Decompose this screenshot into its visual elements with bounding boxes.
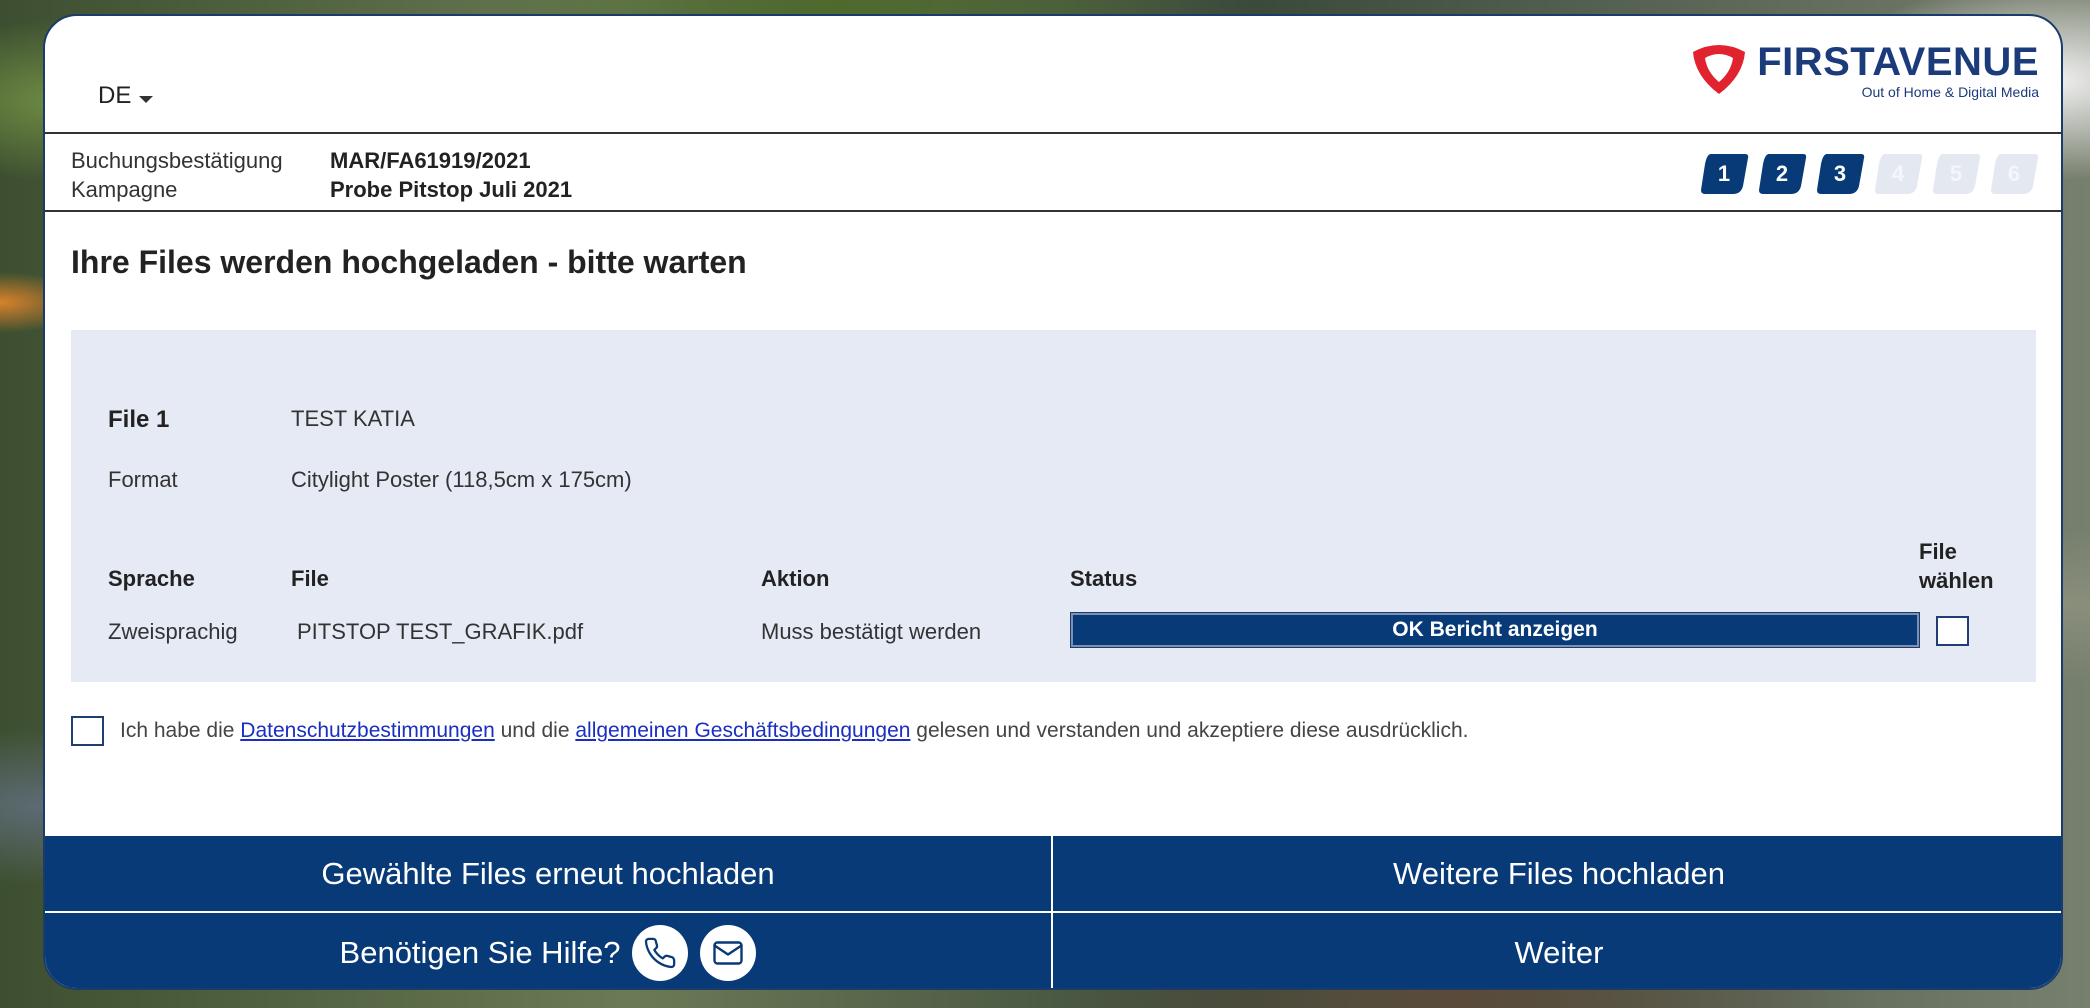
reupload-button[interactable]: Gewählte Files erneut hochladen: [45, 836, 1051, 911]
step-1: 1: [1699, 152, 1749, 196]
col-header-select: File wählen: [1919, 539, 1994, 593]
step-4: 4: [1873, 152, 1923, 196]
booking-info-bar: Buchungsbestätigung Kampagne MAR/FA61919…: [45, 134, 2061, 212]
language-label[interactable]: DE: [98, 82, 131, 110]
col-header-file: File: [291, 566, 329, 591]
language-selector[interactable]: DE: [98, 82, 154, 110]
privacy-link[interactable]: Datenschutzbestimmungen: [240, 719, 494, 742]
terms-prefix: Ich habe die: [120, 719, 235, 742]
help-label: Benötigen Sie Hilfe?: [339, 934, 621, 970]
phone-icon[interactable]: [632, 924, 689, 981]
file-name: TEST KATIA: [291, 406, 415, 431]
terms-suffix: gelesen und verstanden und akzeptiere di…: [916, 719, 1469, 742]
next-button[interactable]: Weiter: [1053, 913, 2061, 988]
step-label: 3: [1833, 161, 1847, 186]
step-3: 3: [1815, 152, 1865, 196]
step-5: 5: [1931, 152, 1981, 196]
status-ok: OK: [1392, 618, 1424, 641]
row-language: Zweisprachig: [108, 619, 238, 644]
page-title: Ihre Files werden hochgeladen - bitte wa…: [71, 244, 747, 280]
terms-middle: und die: [500, 719, 570, 742]
logo-tagline: Out of Home & Digital Media: [1861, 84, 2039, 100]
top-bar: DE FIRSTAVENUE Out of Home & Digital Med…: [45, 16, 2061, 134]
help-section: Benötigen Sie Hilfe?: [45, 913, 1051, 988]
button-divider-vertical: [1051, 836, 1053, 988]
step-6: 6: [1989, 152, 2039, 196]
format-label: Format: [108, 467, 178, 492]
logo: FIRSTAVENUE Out of Home & Digital Media: [1687, 40, 2039, 100]
step-label: 5: [1949, 161, 1963, 186]
col-header-action: Aktion: [761, 566, 830, 591]
logo-mark-icon: [1693, 45, 1746, 94]
mail-icon[interactable]: [700, 924, 757, 981]
terms-row: Ich habe die Datenschutzbestimmungen und…: [71, 716, 1468, 746]
status-report-link[interactable]: Bericht anzeigen: [1430, 618, 1598, 642]
row-action: Muss bestätigt werden: [761, 619, 982, 644]
confirmation-value: MAR/FA61919/2021: [330, 148, 531, 173]
upload-more-button[interactable]: Weitere Files hochladen: [1053, 836, 2061, 911]
file-panel: File 1 TEST KATIA Format Citylight Poste…: [71, 330, 2036, 682]
caret-down-icon[interactable]: [139, 95, 154, 103]
button-divider-horizontal: [45, 911, 2061, 913]
campaign-value: Probe Pitstop Juli 2021: [330, 177, 573, 202]
campaign-label: Kampagne: [71, 177, 178, 202]
step-label: 2: [1775, 161, 1789, 186]
step-label: 4: [1891, 161, 1905, 186]
confirmation-label: Buchungsbestätigung: [71, 148, 283, 173]
terms-link[interactable]: allgemeinen Geschäftsbedingungen: [575, 719, 910, 742]
action-buttons: Gewählte Files erneut hochladen Weitere …: [45, 836, 2061, 988]
format-value: Citylight Poster (118,5cm x 175cm): [291, 467, 632, 492]
step-label: 6: [2007, 161, 2021, 186]
file-label: File 1: [108, 406, 170, 433]
progress-steps: 1 2 3 4 5 6: [1699, 152, 2039, 196]
col-header-language: Sprache: [108, 566, 195, 591]
status-report-button[interactable]: OK Bericht anzeigen: [1070, 612, 1920, 648]
step-2: 2: [1757, 152, 1807, 196]
col-header-status: Status: [1070, 566, 1138, 591]
row-file: PITSTOP TEST_GRAFIK.pdf: [297, 619, 584, 644]
terms-checkbox[interactable]: [71, 716, 104, 746]
main-card: DE FIRSTAVENUE Out of Home & Digital Med…: [43, 14, 2063, 990]
file-select-checkbox[interactable]: [1936, 616, 1969, 646]
step-label: 1: [1717, 161, 1731, 186]
logo-name: FIRSTAVENUE: [1757, 40, 2039, 84]
